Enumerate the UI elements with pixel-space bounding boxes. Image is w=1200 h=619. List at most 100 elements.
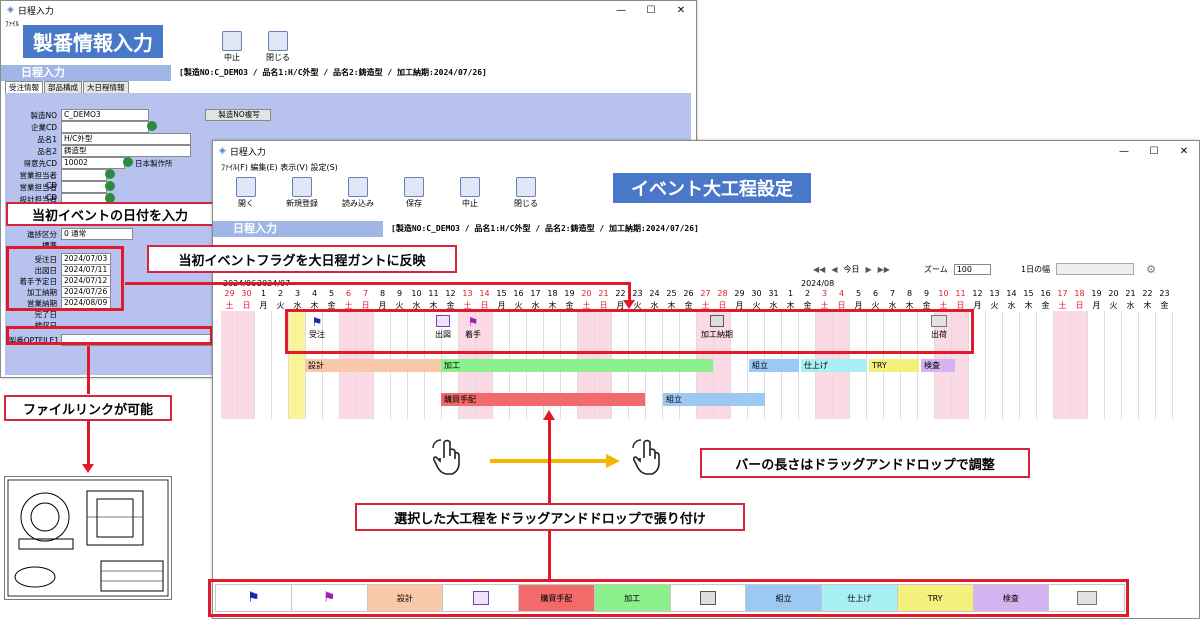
load-button[interactable]: 読み込み: [337, 177, 379, 209]
weekday-cell: 火: [1109, 301, 1118, 310]
app-icon: ◈: [219, 146, 226, 156]
day-cell: 11: [955, 289, 966, 298]
hand-cursor-icon: [632, 439, 660, 475]
zoom-select[interactable]: 100: [953, 263, 991, 275]
day-cell: 5: [855, 289, 862, 298]
arrow-down-icon: [82, 464, 94, 473]
bar-finishing[interactable]: 仕上げ: [801, 359, 867, 372]
search-icon[interactable]: [123, 157, 133, 167]
connector-line: [87, 421, 90, 466]
bar-try[interactable]: TRY: [869, 359, 919, 372]
day-column: [1139, 311, 1156, 419]
progress-class-input[interactable]: 0 通常: [61, 228, 133, 240]
maximize-icon[interactable]: ☐: [1139, 146, 1169, 157]
day-cell: 12: [445, 289, 456, 298]
close-button[interactable]: 閉じる: [257, 31, 299, 63]
gantt-nav: ◀◀ ◀ 今日 ▶ ▶▶ ズーム 100 1日の幅 ⚙: [813, 261, 1193, 277]
sales-rep-input[interactable]: [61, 169, 107, 181]
days-row: 29 30 1 2 3 4 5 6 7 8 9 10 11 12 13 14 15 16 17 18 19 20 21 22 2…: [221, 289, 1173, 298]
minimize-icon[interactable]: —: [1109, 146, 1139, 157]
prev-fast-icon[interactable]: ◀◀: [813, 265, 825, 274]
day-cell: 14: [1006, 289, 1017, 298]
door-icon: [268, 31, 288, 51]
connector-line: [548, 531, 551, 579]
bar-machining[interactable]: 加工: [441, 359, 713, 372]
day-cell: 6: [345, 289, 352, 298]
door-icon: [516, 177, 536, 197]
weekday-cell: 月: [1092, 301, 1101, 310]
bar-design[interactable]: 設計: [305, 359, 441, 372]
cancel-button[interactable]: 中止: [449, 177, 491, 209]
day-cell: 20: [581, 289, 592, 298]
menu-file[interactable]: ﾌｧｲﾙ: [5, 20, 19, 28]
day-cell: 4: [838, 289, 845, 298]
connector-line: [548, 420, 551, 503]
day-column: [1122, 311, 1139, 419]
back-toolbar: 中止 閉じる: [211, 31, 299, 63]
day-cell: 16: [1040, 289, 1051, 298]
bar-assembly[interactable]: 組立: [749, 359, 799, 372]
front-info-line: [製造NO:C_DEMO3 / 品名1:H/C外型 / 品名2:鋳造型 / 加工…: [391, 224, 699, 233]
close-icon[interactable]: ✕: [1169, 146, 1199, 157]
gear-icon[interactable]: ⚙: [1146, 263, 1156, 276]
weekday-cell: 日: [242, 301, 251, 310]
cancel-button[interactable]: 中止: [211, 31, 253, 63]
new-button[interactable]: 新規登録: [281, 177, 323, 209]
bar-inspection[interactable]: 検査: [921, 359, 955, 372]
day-cell: 18: [1074, 289, 1085, 298]
day-cell: 10: [411, 289, 422, 298]
day-cell: 22: [615, 289, 626, 298]
maximize-icon[interactable]: ☐: [636, 5, 666, 16]
connector-line: [628, 282, 631, 302]
save-button[interactable]: 保存: [393, 177, 435, 209]
day-cell: 13: [462, 289, 473, 298]
search-icon[interactable]: [105, 169, 115, 179]
search-icon[interactable]: [147, 121, 157, 131]
weekday-cell: 土: [1058, 301, 1067, 310]
day-width-slider[interactable]: [1056, 263, 1135, 275]
back-section-title: 日程入力: [1, 65, 171, 81]
arrow-right-icon: [606, 454, 620, 468]
front-window: ◈ 日程入力 — ☐ ✕ ﾌｧｲﾙ(F) 編集(E) 表示(V) 設定(S) 開…: [212, 140, 1200, 619]
weekday-cell: 日: [1075, 301, 1084, 310]
day-cell: 31: [768, 289, 779, 298]
weekday-cell: 水: [1007, 301, 1016, 310]
day-cell: 8: [906, 289, 913, 298]
callout-file-link: ファイルリンクが可能: [4, 395, 172, 421]
field-label: 得意先CD: [23, 159, 57, 168]
minimize-icon[interactable]: —: [606, 5, 636, 16]
open-button[interactable]: 開く: [225, 177, 267, 209]
prev-icon[interactable]: ◀: [831, 265, 837, 274]
today-button[interactable]: 今日: [843, 264, 859, 275]
day-cell: 16: [513, 289, 524, 298]
product-name2-input[interactable]: 鋳造型: [61, 145, 191, 157]
sales-rep2-input[interactable]: [61, 181, 107, 193]
next-icon[interactable]: ▶: [865, 265, 871, 274]
weekday-cell: 金: [1041, 301, 1050, 310]
day-column: [1054, 311, 1071, 419]
search-icon[interactable]: [105, 181, 115, 191]
product-name1-input[interactable]: H/C外型: [61, 133, 191, 145]
drawing-thumbnail: [4, 476, 172, 600]
company-cd-input[interactable]: [61, 121, 149, 133]
day-cell: 12: [972, 289, 983, 298]
next-fast-icon[interactable]: ▶▶: [878, 265, 890, 274]
day-column: [238, 311, 255, 419]
new-icon: [292, 177, 312, 197]
weekday-cell: 木: [1024, 301, 1033, 310]
bar-purchasing[interactable]: 購買手配: [441, 393, 645, 406]
day-cell: 25: [666, 289, 677, 298]
copy-production-no-button[interactable]: 製造NO複写: [205, 109, 271, 121]
customer-cd-input[interactable]: 10002: [61, 157, 125, 169]
front-window-title: 日程入力: [229, 147, 266, 158]
callout-reflect-flags: 当初イベントフラグを大日程ガントに反映: [147, 245, 457, 273]
close-icon[interactable]: ✕: [666, 5, 696, 16]
weekday-cell: 土: [225, 301, 234, 310]
back-window-titlebar: ◈ 日程入力 — ☐ ✕: [1, 1, 696, 19]
day-column: [221, 311, 238, 419]
hand-cursor-icon: [432, 439, 460, 475]
bar-assembly-2[interactable]: 組立: [663, 393, 765, 406]
production-no-input[interactable]: C_DEMO3: [61, 109, 149, 121]
close-button[interactable]: 閉じる: [505, 177, 547, 209]
day-cell: 11: [428, 289, 439, 298]
